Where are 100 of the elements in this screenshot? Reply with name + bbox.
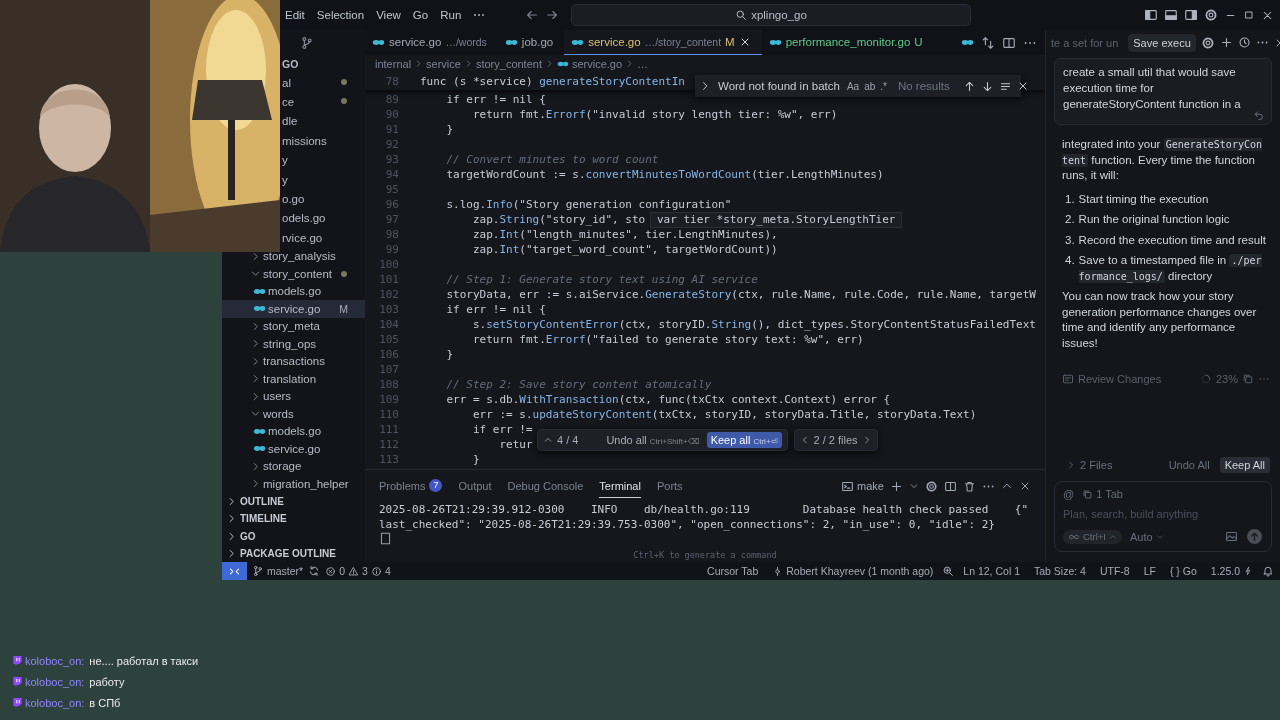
menu-item[interactable]: Edit [279, 7, 311, 23]
line-number: 107 [378, 363, 399, 376]
menu-item[interactable]: ⋯ [467, 6, 492, 24]
menu-item[interactable]: Go [406, 7, 435, 23]
branch-indicator[interactable]: master* [247, 565, 309, 577]
tree-item[interactable]: users [222, 387, 365, 405]
command-center[interactable]: xplingo_go [571, 4, 971, 26]
add-icon[interactable] [890, 479, 903, 493]
forward-icon[interactable] [545, 8, 559, 22]
version-item[interactable]: 1.25.0 [1205, 565, 1258, 577]
info-icon [370, 565, 382, 577]
tree-item[interactable]: words [222, 405, 365, 423]
section-header[interactable]: PACKAGE OUTLINE [222, 545, 365, 562]
undo-all-button[interactable]: Undo all Ctrl+Shift+⌫ [602, 432, 703, 448]
option-toggle[interactable]: .* [880, 80, 887, 92]
sync-icon[interactable] [308, 565, 321, 577]
tree-item[interactable]: storage [222, 457, 365, 475]
secondary-sidebar-toggle-icon[interactable] [1184, 8, 1198, 22]
settings-icon[interactable] [1200, 35, 1215, 50]
terminal-profile[interactable]: make [841, 479, 884, 493]
option-toggle[interactable]: ab [864, 80, 876, 92]
files-toggle[interactable]: 2 Files [1080, 459, 1113, 471]
tree-item[interactable]: story_content [222, 265, 365, 283]
tree-item[interactable]: missions [282, 134, 327, 147]
tree-item[interactable]: y [282, 154, 288, 167]
tree-item[interactable]: service.go [222, 440, 365, 458]
editor-tab[interactable]: service.go …/story_content M [564, 30, 762, 55]
breadcrumb[interactable]: … [637, 57, 649, 70]
sidebar-toggle-icon[interactable] [1144, 8, 1158, 22]
option-toggle[interactable]: Aa [846, 80, 860, 92]
tree-item[interactable]: story_meta [222, 317, 365, 335]
mention-button[interactable]: @ [1063, 488, 1075, 500]
undo-icon[interactable] [1253, 109, 1265, 121]
tree-item[interactable]: models.go [222, 422, 365, 440]
model-selector[interactable]: Auto [1129, 530, 1164, 543]
split-editor-icon[interactable] [1002, 35, 1016, 50]
maximize-icon[interactable] [1243, 9, 1255, 21]
panel-tab[interactable]: Terminal [599, 474, 641, 498]
undo-all-button[interactable]: Undo All [1162, 458, 1216, 472]
tree-item[interactable]: transactions [222, 352, 365, 370]
section-header[interactable]: GO [222, 527, 365, 545]
settings-icon[interactable] [1204, 8, 1218, 22]
status-item[interactable]: LF [1138, 565, 1161, 577]
tree-item[interactable]: string_ops [222, 335, 365, 353]
tree-item[interactable]: odels.go [282, 212, 326, 225]
image-icon[interactable] [1225, 530, 1238, 543]
bell-icon[interactable] [1262, 565, 1274, 577]
history-icon[interactable] [1237, 36, 1251, 49]
panel-tab[interactable]: Problems 7 [379, 474, 443, 498]
blame-item[interactable]: Robert Khayreev (1 month ago) [767, 565, 939, 577]
breadcrumb[interactable]: service.go [556, 57, 623, 70]
keep-all-button[interactable]: Keep All [1219, 457, 1270, 473]
tree-item[interactable]: translation [222, 370, 365, 388]
chevron-icon[interactable] [909, 481, 919, 491]
breadcrumb[interactable]: service [426, 57, 461, 70]
find-field[interactable]: Word not found in batch [716, 80, 842, 92]
settings-icon[interactable] [925, 479, 938, 493]
tree-item[interactable]: service.go M [222, 300, 365, 318]
status-item[interactable]: Ln 12, Col 1 [958, 565, 1025, 577]
tree-item[interactable]: o.go [282, 193, 305, 206]
zoom-icon[interactable] [942, 565, 955, 577]
add-icon[interactable] [1219, 36, 1233, 49]
terminal-hint: Ctrl+K to generate a command [633, 549, 777, 560]
menu-item[interactable]: Selection [310, 7, 371, 23]
tree-item[interactable]: ce [282, 96, 295, 109]
menu-item[interactable]: View [370, 7, 407, 23]
keep-all-button[interactable]: Keep all Ctrl+⏎ [706, 432, 782, 448]
editor-tab[interactable]: service.go …/words [365, 30, 498, 55]
split-icon[interactable] [944, 479, 957, 493]
status-item[interactable]: { } Go [1164, 565, 1202, 577]
editor-tab[interactable]: job.go [497, 30, 565, 55]
section-header[interactable]: OUTLINE [222, 492, 365, 510]
panel-tab[interactable]: Ports [656, 474, 683, 498]
status-item[interactable]: Tab Size: 4 [1028, 565, 1091, 577]
tree-item[interactable]: al [282, 76, 291, 89]
trash-icon[interactable] [963, 479, 976, 493]
tree-item[interactable]: models.go [222, 282, 365, 300]
breadcrumb[interactable]: story_content [475, 57, 542, 70]
menu-item[interactable]: Run [434, 7, 468, 23]
status-item[interactable]: UTF-8 [1094, 565, 1135, 577]
context-chip[interactable]: 1 Tab [1082, 488, 1123, 500]
tree-item[interactable]: migration_helper [222, 475, 365, 493]
tree-item[interactable]: y [282, 173, 288, 186]
section-header[interactable]: TIMELINE [222, 510, 365, 528]
chevron-icon[interactable] [543, 435, 553, 445]
chat-tab[interactable]: Save execu [1128, 33, 1196, 52]
panel-tab[interactable]: Debug Console [507, 474, 584, 498]
tree-item[interactable]: dle [282, 115, 298, 128]
status-item[interactable]: Cursor Tab [702, 565, 764, 577]
tree-item[interactable]: story_analysis [222, 247, 365, 265]
back-icon[interactable] [525, 8, 539, 22]
compare-icon[interactable] [981, 35, 995, 50]
remote-button[interactable] [222, 562, 247, 580]
breadcrumb[interactable]: internal [375, 57, 412, 70]
tree-item[interactable]: rvice.go [282, 231, 323, 244]
problems-indicator[interactable]: 0 3 4 [320, 565, 396, 577]
panel-toggle-icon[interactable] [1164, 8, 1178, 22]
editor-tab[interactable]: performance_monitor.go U [761, 30, 934, 55]
panel-tab[interactable]: Output [458, 474, 492, 498]
branch-icon[interactable] [300, 35, 314, 50]
